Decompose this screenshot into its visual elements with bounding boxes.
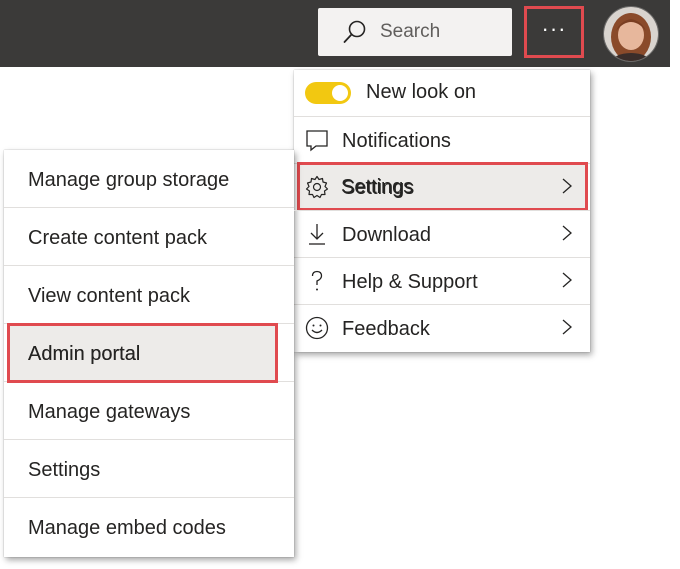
question-icon <box>304 268 330 294</box>
submenu-item-label: Settings <box>28 459 101 481</box>
chevron-right-icon <box>562 178 572 194</box>
admin-portal-label-overlay: Admin portal <box>28 343 141 365</box>
search-box[interactable]: Search <box>318 8 512 56</box>
menu-item-help-support[interactable]: Help & Support <box>294 258 590 305</box>
submenu-item-settings[interactable]: Settings <box>4 440 294 498</box>
toggle-knob <box>332 85 348 101</box>
chevron-right-icon <box>562 225 572 241</box>
submenu-item-label: Manage embed codes <box>28 517 226 539</box>
menu-item-feedback[interactable]: Feedback <box>294 305 590 352</box>
menu-item-label: Download <box>342 224 431 246</box>
new-look-toggle[interactable] <box>305 82 351 104</box>
menu-item-label: Feedback <box>342 318 430 340</box>
submenu-item-label: View content pack <box>28 285 190 307</box>
new-look-toggle-row[interactable]: New look on <box>294 70 590 117</box>
top-bar: Search ··· <box>0 0 670 67</box>
user-photo-icon <box>604 7 658 61</box>
search-placeholder: Search <box>380 21 441 42</box>
settings-label-overlay: Settings <box>341 176 414 198</box>
user-avatar[interactable] <box>603 6 659 62</box>
submenu-item-label: Manage gateways <box>28 401 191 423</box>
new-look-label: New look on <box>366 81 477 103</box>
more-options-button[interactable]: ··· <box>524 6 584 58</box>
menu-item-label: Help & Support <box>342 271 478 293</box>
submenu-item-manage-group-storage[interactable]: Manage group storage <box>4 150 294 208</box>
download-icon <box>304 221 330 247</box>
submenu-item-label: Manage group storage <box>28 169 230 191</box>
smiley-icon <box>304 315 330 341</box>
chevron-right-icon <box>562 272 572 288</box>
more-options-menu: New look on Notifications Settings Downl… <box>294 70 590 352</box>
submenu-item-create-content-pack[interactable]: Create content pack <box>4 208 294 266</box>
submenu-item-view-content-pack[interactable]: View content pack <box>4 266 294 324</box>
menu-item-settings[interactable]: Settings <box>294 164 590 211</box>
submenu-item-label: Create content pack <box>28 227 207 249</box>
menu-item-notifications[interactable]: Notifications <box>294 117 590 164</box>
notifications-icon <box>304 127 330 153</box>
menu-item-label: Notifications <box>342 130 451 152</box>
menu-item-download[interactable]: Download <box>294 211 590 258</box>
submenu-item-manage-gateways[interactable]: Manage gateways <box>4 382 294 440</box>
gear-icon <box>304 174 330 200</box>
search-icon <box>343 20 366 43</box>
ellipsis-icon: ··· <box>541 16 567 41</box>
submenu-item-manage-embed-codes[interactable]: Manage embed codes <box>4 498 294 556</box>
chevron-right-icon <box>562 319 572 335</box>
